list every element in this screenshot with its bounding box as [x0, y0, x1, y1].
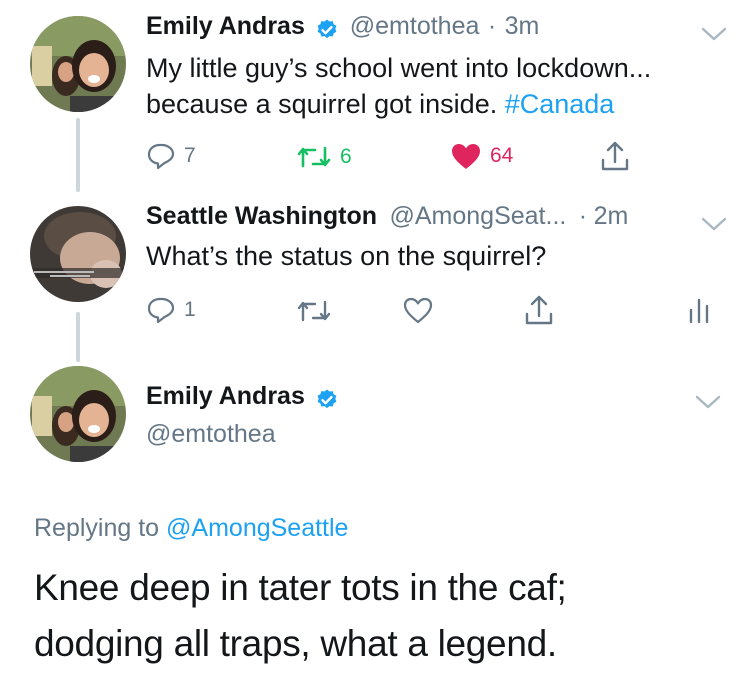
- heart-icon: [452, 144, 480, 169]
- reply-icon: [147, 297, 175, 324]
- replying-to-line: Replying to @AmongSeattle: [34, 514, 348, 543]
- share-icon[interactable]: [600, 140, 630, 172]
- chevron-down-icon[interactable]: [694, 392, 722, 412]
- author-name[interactable]: Emily Andras: [146, 12, 305, 40]
- reply-count: 7: [184, 144, 196, 167]
- retweet-icon: [297, 146, 331, 168]
- like-button[interactable]: 64: [450, 142, 513, 170]
- avatar-emily[interactable]: [30, 366, 126, 462]
- verified-badge-icon: [317, 19, 337, 38]
- like-count: 64: [490, 144, 514, 167]
- avatar-seattle[interactable]: [30, 206, 126, 302]
- thread-line-1: [76, 118, 80, 192]
- tweet3-header: Emily Andras: [146, 382, 339, 412]
- tweet2-header: Seattle Washington @AmongSeat... · 2m: [146, 202, 628, 231]
- chevron-down-icon[interactable]: [700, 214, 728, 234]
- author-name[interactable]: Emily Andras: [146, 382, 305, 410]
- reply-icon: [147, 143, 175, 170]
- replying-to-handle[interactable]: @AmongSeattle: [166, 514, 348, 542]
- share-icon[interactable]: [524, 294, 554, 326]
- separator-dot: ·: [578, 202, 588, 230]
- replying-to-label: Replying to: [34, 514, 167, 542]
- thread-line-2: [76, 312, 80, 362]
- retweet-icon[interactable]: [296, 298, 332, 324]
- author-handle[interactable]: @AmongSeat...: [389, 202, 566, 230]
- tweet-time[interactable]: 2m: [594, 202, 629, 230]
- hashtag-link[interactable]: #Canada: [505, 89, 615, 119]
- retweet-button[interactable]: 6: [296, 144, 352, 170]
- tweet1-header: Emily Andras @emtothea · 3m: [146, 12, 539, 42]
- verified-badge-icon: [317, 389, 337, 408]
- reply-button[interactable]: 7: [146, 142, 196, 170]
- tweet1-text: My little guy’s school went into lockdow…: [146, 50, 706, 122]
- avatar-emily[interactable]: [30, 16, 126, 112]
- focused-tweet-text: Knee deep in tater tots in the caf; dodg…: [34, 567, 567, 664]
- analytics-icon[interactable]: [688, 296, 710, 324]
- chevron-down-icon[interactable]: [700, 24, 728, 44]
- heart-icon[interactable]: [402, 296, 434, 324]
- author-handle[interactable]: @emtothea: [146, 420, 276, 449]
- separator-dot: ·: [487, 12, 497, 40]
- tweet-time[interactable]: 3m: [505, 12, 540, 40]
- reply-button[interactable]: 1: [146, 296, 196, 324]
- tweet2-text: What’s the status on the squirrel?: [146, 241, 547, 271]
- reply-count: 1: [184, 298, 196, 321]
- retweet-count: 6: [340, 145, 352, 168]
- author-name[interactable]: Seattle Washington: [146, 202, 377, 230]
- author-handle[interactable]: @emtothea: [350, 12, 480, 40]
